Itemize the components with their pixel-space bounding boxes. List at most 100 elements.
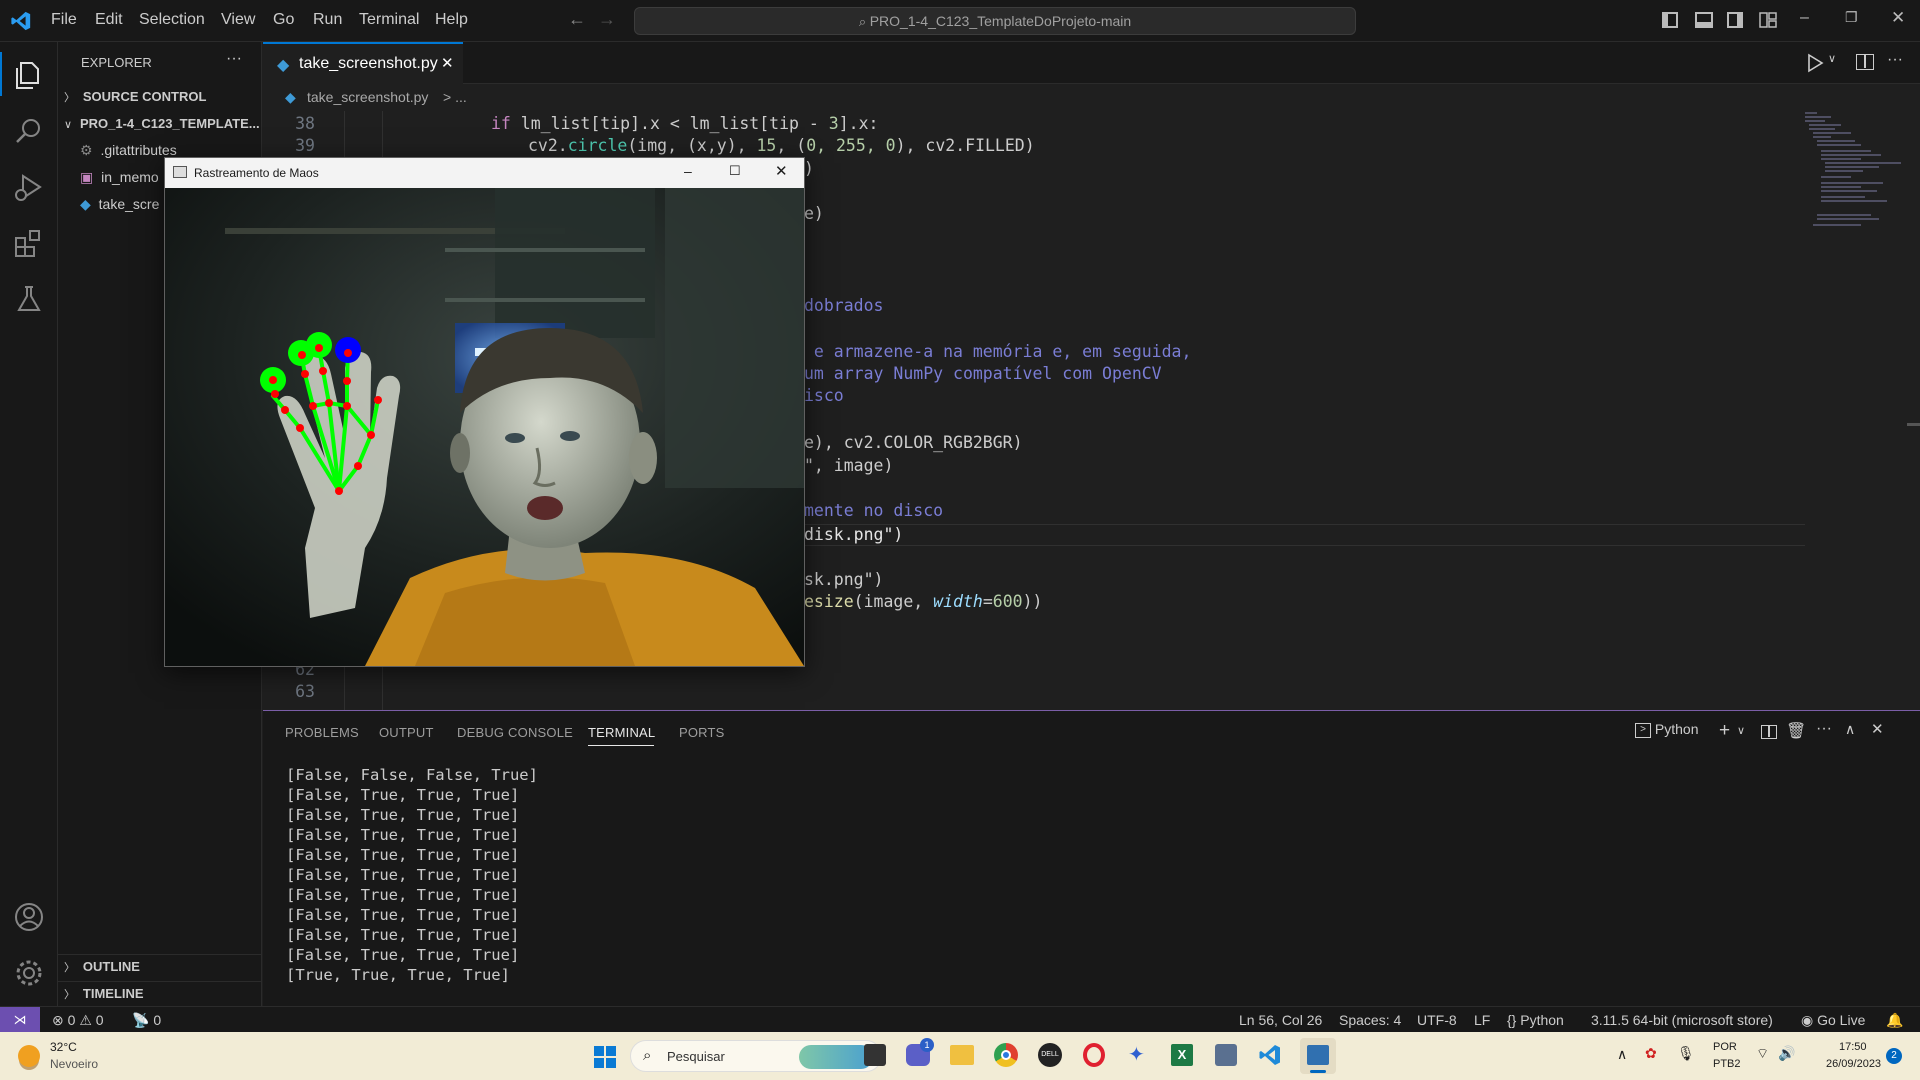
language-mode[interactable]: {} Python [1507, 1012, 1564, 1028]
clock-date[interactable]: 26/09/2023 [1826, 1058, 1881, 1070]
chrome-icon[interactable] [994, 1043, 1018, 1067]
minimize-window-icon[interactable]: – [1800, 9, 1809, 27]
menu-edit[interactable]: Edit [95, 11, 123, 29]
code-line-55: mente no disco [804, 501, 943, 520]
menu-go[interactable]: Go [273, 11, 294, 29]
wifi-icon[interactable]: ⌔ [1756, 1045, 1769, 1063]
python-app-icon[interactable] [1215, 1044, 1237, 1066]
end-of-line[interactable]: LF [1474, 1012, 1490, 1028]
project-folder-label: PRO_1-4_C123_TEMPLATE... [79, 116, 260, 131]
go-live-label: Go Live [1817, 1012, 1866, 1028]
problems-indicator[interactable]: ⊗ 0 ⚠ 0 [52, 1012, 104, 1029]
weather-sun-fog-icon[interactable] [18, 1045, 40, 1067]
tab-problems[interactable]: PROBLEMS [285, 725, 359, 740]
dell-icon[interactable]: DELL [1038, 1043, 1062, 1067]
ports-count: 0 [153, 1012, 162, 1028]
menu-help[interactable]: Help [435, 11, 468, 29]
close-window-icon[interactable]: ✕ [1891, 8, 1905, 28]
vscode-taskbar-icon[interactable] [1258, 1043, 1282, 1067]
opera-icon[interactable] [1083, 1043, 1105, 1067]
tab-debug-console[interactable]: DEBUG CONSOLE [457, 725, 573, 740]
project-folder[interactable]: ∨ PRO_1-4_C123_TEMPLATE... [58, 112, 262, 134]
ports-indicator[interactable]: 📡 0 [132, 1012, 161, 1029]
input-language[interactable]: POR [1713, 1041, 1737, 1053]
tab-take-screenshot[interactable]: ◆ take_screenshot.py ✕ [263, 42, 463, 84]
run-dropdown-chevron-icon[interactable]: ∨ [1828, 52, 1836, 65]
tray-overflow-chevron-icon[interactable]: ∧ [1617, 1046, 1627, 1063]
weather-temperature[interactable]: 32°C [50, 1040, 77, 1054]
testing-flask-icon[interactable] [12, 282, 46, 316]
maximize-panel-chevron-icon[interactable]: ∧ [1845, 721, 1855, 738]
microphone-icon[interactable]: 🎙 [1677, 1045, 1695, 1062]
settings-gear-icon[interactable] [12, 956, 46, 990]
camera-window-taskbar-item[interactable] [1300, 1038, 1336, 1074]
extensions-icon[interactable] [12, 226, 46, 260]
terminal-dropdown-icon[interactable]: ∨ [1737, 724, 1745, 737]
command-center-search[interactable]: ⌕ PRO_1-4_C123_TemplateDoProjeto-main [634, 7, 1356, 35]
indentation[interactable]: Spaces: 4 [1339, 1012, 1401, 1028]
pinned-app-icon[interactable]: ✦ [1128, 1043, 1150, 1067]
toggle-secondary-sidebar-icon[interactable] [1727, 12, 1743, 28]
menu-run[interactable]: Run [313, 11, 342, 29]
tab-terminal[interactable]: TERMINAL [588, 725, 655, 740]
volume-icon[interactable]: 🔊 [1778, 1045, 1795, 1062]
close-tab-icon[interactable]: ✕ [441, 54, 454, 72]
hand-tracking-window[interactable]: Rastreamento de Maos – ☐ ✕ [164, 157, 805, 667]
account-icon[interactable] [12, 900, 46, 934]
cursor-position[interactable]: Ln 56, Col 26 [1239, 1012, 1322, 1028]
run-debug-icon[interactable] [12, 170, 46, 204]
excel-icon[interactable]: X [1171, 1044, 1193, 1066]
source-control-section[interactable]: 〉 SOURCE CONTROL [58, 85, 262, 107]
toggle-sidebar-icon[interactable] [1662, 12, 1678, 28]
menu-view[interactable]: View [221, 11, 255, 29]
clock-time[interactable]: 17:50 [1839, 1041, 1867, 1053]
windows-start-icon[interactable] [594, 1046, 616, 1068]
forward-arrow-icon[interactable]: → [598, 9, 616, 30]
breadcrumb-separator: > ... [443, 89, 467, 105]
camera-maximize-icon[interactable]: ☐ [729, 163, 741, 179]
search-placeholder: Pesquisar [667, 1049, 725, 1064]
restore-window-icon[interactable]: ❐ [1845, 9, 1858, 26]
new-terminal-plus-icon[interactable]: + [1719, 720, 1730, 742]
encoding[interactable]: UTF-8 [1417, 1012, 1457, 1028]
back-arrow-icon[interactable]: ← [568, 9, 586, 30]
toggle-panel-icon[interactable] [1695, 12, 1713, 28]
notifications-bell-icon[interactable]: 🔔 [1886, 1012, 1903, 1029]
minimap[interactable] [1791, 111, 1911, 261]
file-explorer-icon[interactable] [950, 1045, 974, 1065]
notification-count-badge[interactable]: 2 [1886, 1048, 1902, 1064]
customize-layout-icon[interactable] [1759, 12, 1777, 28]
tab-ports[interactable]: PORTS [679, 725, 725, 740]
python-interpreter[interactable]: 3.11.5 64-bit (microsoft store) [1591, 1012, 1773, 1028]
panel-more-icon[interactable]: ··· [1816, 720, 1832, 738]
trash-icon[interactable]: 🗑 [1786, 721, 1806, 741]
tab-output[interactable]: OUTPUT [379, 725, 434, 740]
explorer-icon[interactable] [12, 58, 46, 92]
editor-more-actions-icon[interactable]: ··· [1887, 51, 1903, 69]
go-live-button[interactable]: ◉ Go Live [1801, 1012, 1865, 1029]
run-python-file-icon[interactable] [1804, 52, 1826, 74]
keyboard-layout[interactable]: PTB2 [1713, 1058, 1741, 1070]
search-icon[interactable] [12, 114, 46, 148]
camera-window-titlebar[interactable]: Rastreamento de Maos – ☐ ✕ [165, 158, 804, 188]
split-editor-icon[interactable] [1856, 54, 1874, 70]
camera-minimize-icon[interactable]: – [684, 163, 692, 179]
terminal-line: [False, True, True, True] [286, 906, 520, 924]
tray-app-icon[interactable]: ✿ [1645, 1045, 1657, 1062]
menu-selection[interactable]: Selection [139, 11, 205, 29]
taskbar-search-box[interactable]: ⌕ Pesquisar [630, 1040, 882, 1072]
task-view-icon[interactable] [864, 1044, 886, 1066]
breadcrumb-file[interactable]: take_screenshot.py [307, 89, 428, 105]
menu-terminal[interactable]: Terminal [359, 11, 419, 29]
split-terminal-icon[interactable] [1761, 725, 1777, 739]
code-line-42: e) [804, 204, 824, 223]
timeline-section[interactable]: 〉 TIMELINE [58, 981, 262, 1003]
camera-close-icon[interactable]: ✕ [775, 162, 788, 180]
menu-file[interactable]: File [51, 11, 77, 29]
close-panel-icon[interactable]: ✕ [1871, 720, 1884, 738]
outline-section[interactable]: 〉 OUTLINE [58, 954, 262, 976]
remote-indicator-icon[interactable]: ⋊ [0, 1007, 40, 1032]
terminal-profile[interactable]: > Python [1635, 721, 1698, 743]
explorer-more-icon[interactable]: ··· [226, 50, 242, 68]
teams-chat-icon[interactable]: 1 [906, 1038, 934, 1066]
